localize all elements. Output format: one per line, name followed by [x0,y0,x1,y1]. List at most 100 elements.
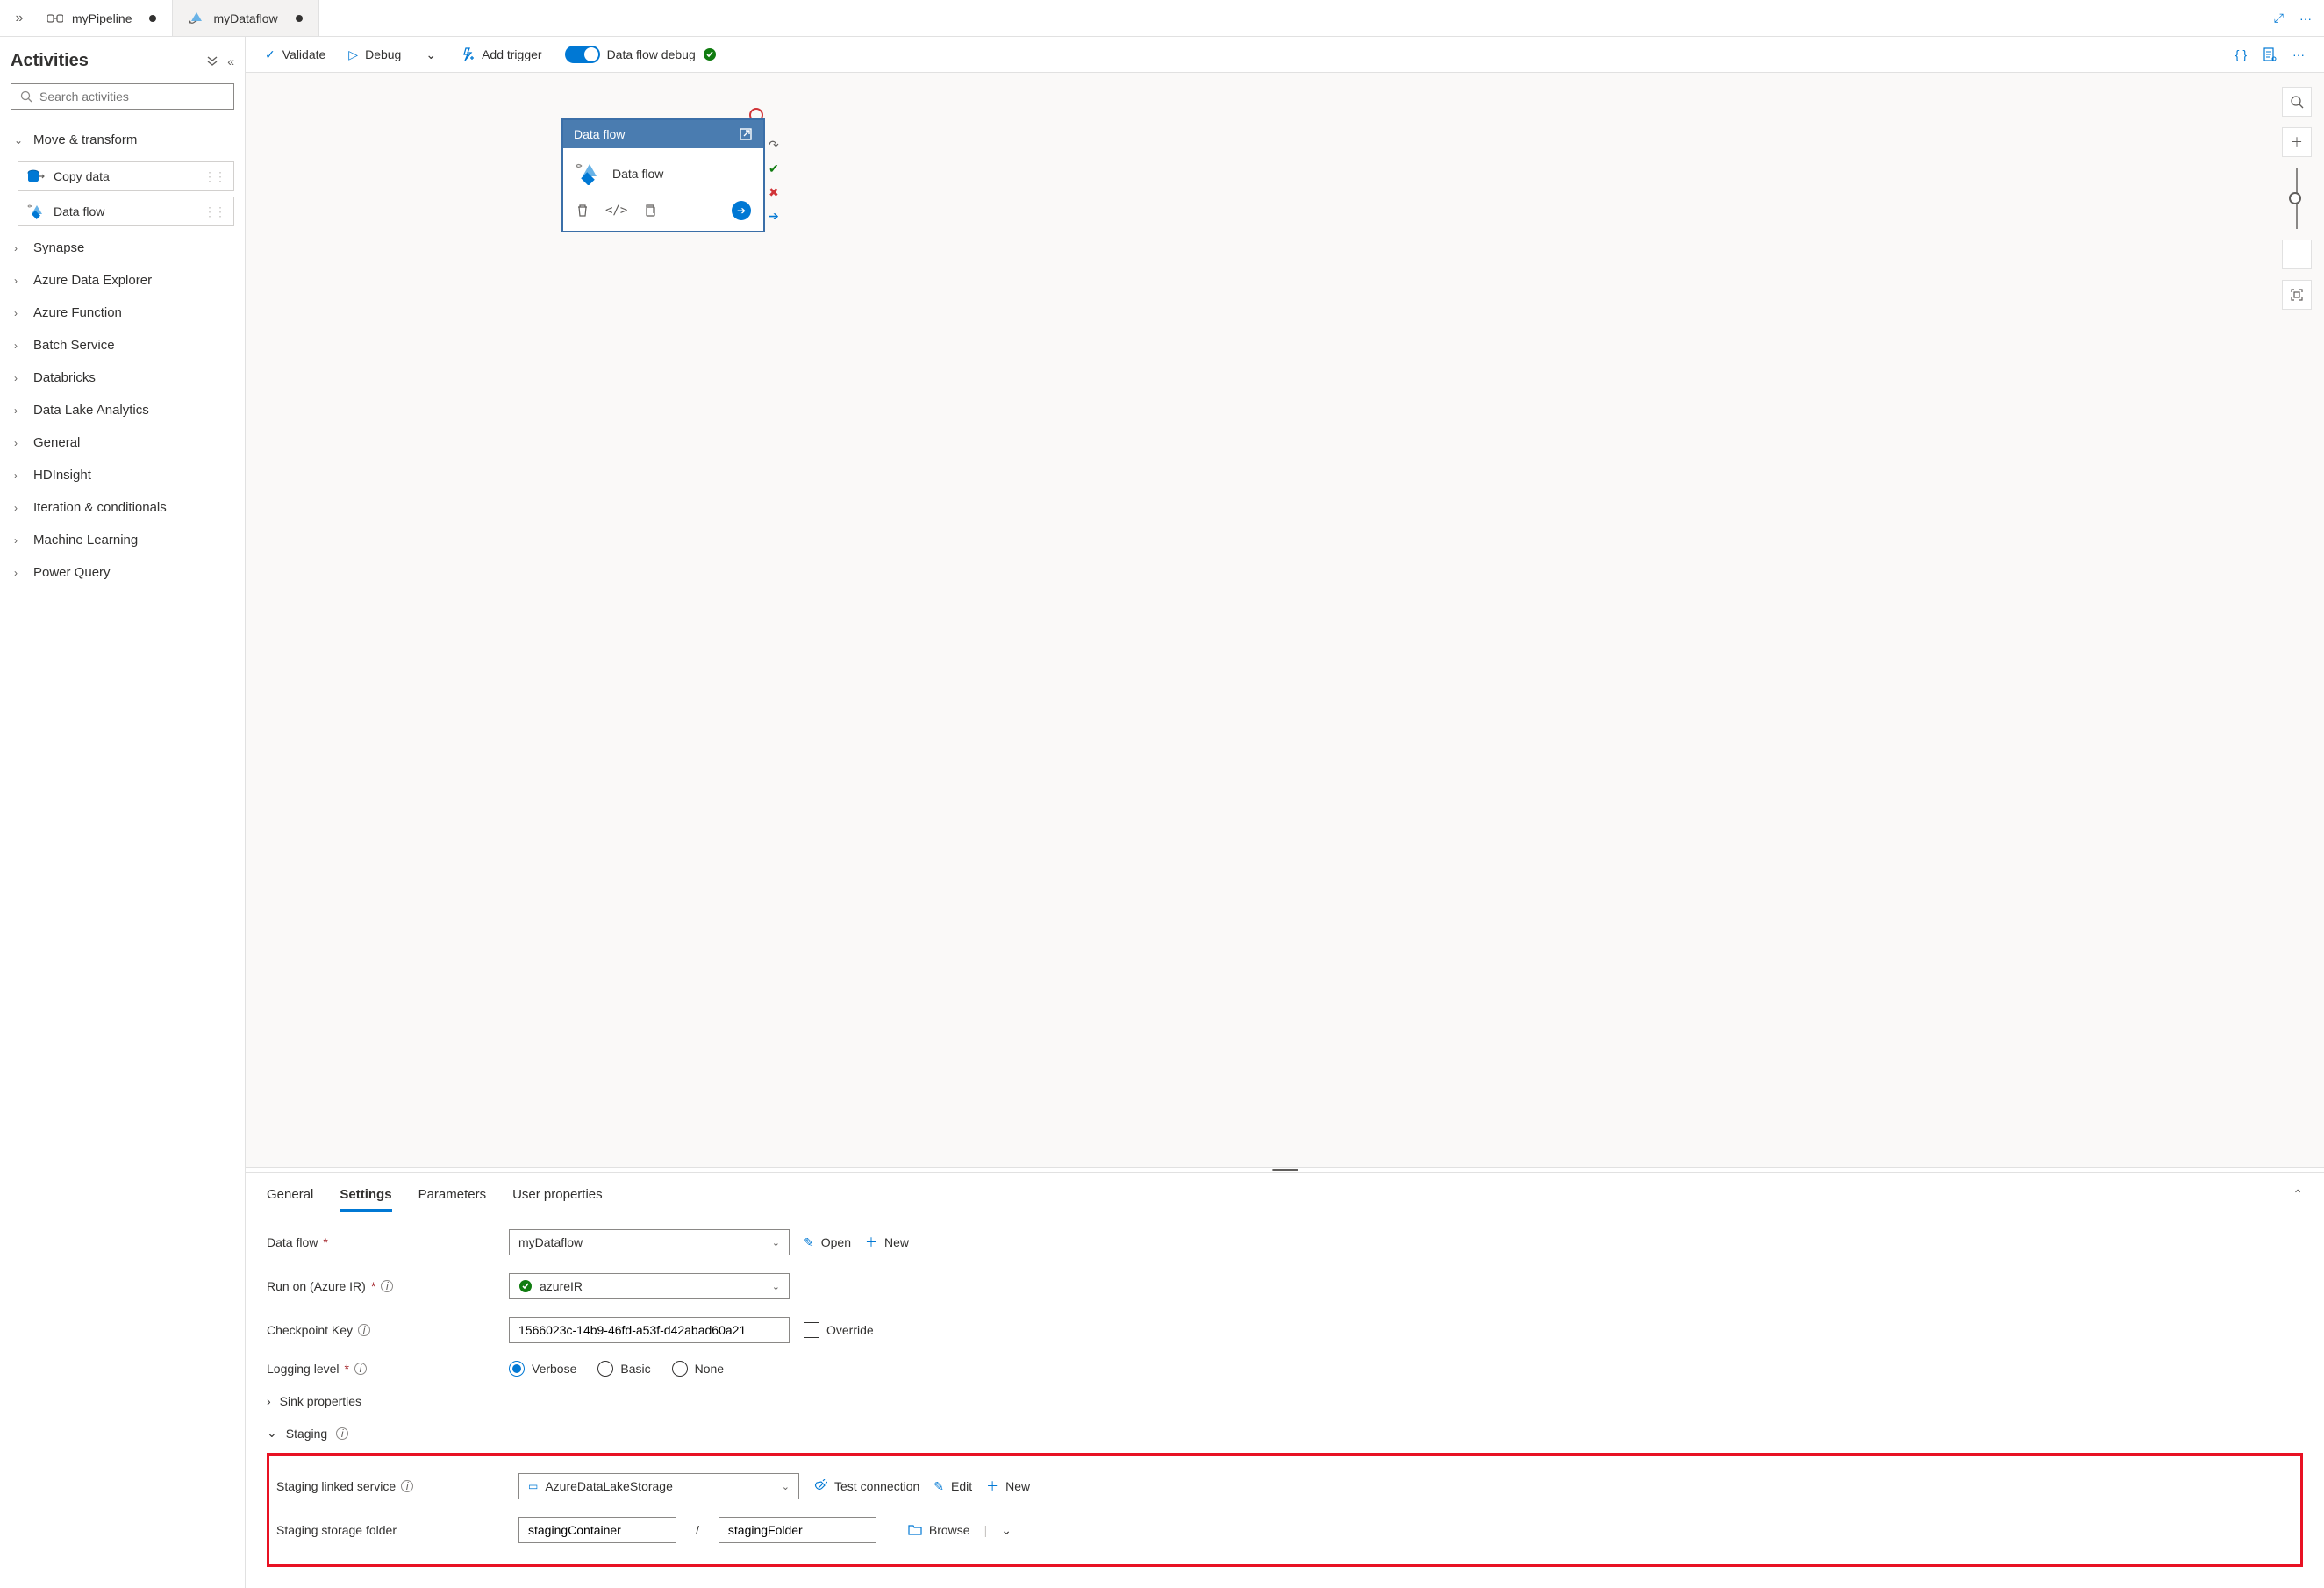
search-input[interactable] [39,89,225,104]
expand-tabs-button[interactable]: » [7,11,32,26]
expand-pane-icon[interactable]: ⤢ [2274,11,2284,25]
data-flow-select[interactable]: myDataflow ⌄ [509,1229,790,1255]
pipeline-canvas[interactable]: ↷ ✔ ✖ ➔ Data flow [246,73,2324,1167]
staging-folder-label: Staging storage folder [276,1523,504,1537]
zoom-out-icon[interactable]: － [2282,240,2312,269]
run-on-select[interactable]: azureIR ⌄ [509,1273,790,1299]
staging-section[interactable]: ⌄ Staging i [267,1417,2303,1449]
category-item[interactable]: ›General [11,426,234,459]
tab-settings[interactable]: Settings [340,1187,391,1212]
toolbar-more-icon[interactable]: ··· [2292,47,2305,61]
logging-none-radio[interactable]: None [672,1361,724,1377]
data-flow-node-icon [576,162,600,185]
browse-dropdown[interactable]: ⌄ [1001,1523,1012,1538]
chevron-down-icon: ⌄ [425,47,436,62]
flow-debug-toggle[interactable]: Data flow debug [565,46,717,63]
panel-collapse-icon[interactable]: ⌃ [2292,1187,2303,1202]
fit-screen-icon[interactable] [2282,280,2312,310]
category-item[interactable]: ›Data Lake Analytics [11,394,234,426]
toggle-switch[interactable] [565,46,600,63]
success-icon: ✔ [769,161,779,176]
category-item[interactable]: ›Machine Learning [11,524,234,556]
info-icon[interactable]: i [354,1363,367,1375]
sink-properties-section[interactable]: › Sink properties [267,1385,2303,1417]
tab-pipeline[interactable]: myPipeline [32,0,173,36]
canvas-search-icon[interactable] [2282,87,2312,117]
code-icon[interactable]: </> [605,204,627,218]
plug-icon [813,1479,827,1493]
search-activities[interactable] [11,83,234,110]
category-item[interactable]: ›Azure Data Explorer [11,264,234,297]
panel-splitter[interactable] [246,1167,2324,1172]
zoom-slider[interactable] [2296,168,2298,229]
activity-data-flow[interactable]: Data flow ⋮⋮ [18,197,234,226]
search-icon [20,90,32,103]
sidebar-collapse-left-icon[interactable]: « [227,54,234,68]
logging-verbose-radio[interactable]: Verbose [509,1361,576,1377]
info-icon[interactable]: i [358,1324,370,1336]
category-item[interactable]: ›Synapse [11,232,234,264]
validate-button[interactable]: ✓ Validate [265,47,325,62]
activities-sidebar: Activities « ⌄ Move & transform [0,37,246,1588]
activity-header: Data flow [563,120,763,148]
staging-service-select[interactable]: ▭ AzureDataLakeStorage ⌄ [518,1473,799,1499]
category-item[interactable]: ›Batch Service [11,329,234,361]
chevron-right-icon: › [14,404,25,417]
sidebar-collapse-down-icon[interactable] [206,54,218,68]
activity-status-icons: ↷ ✔ ✖ ➔ [769,138,779,224]
info-icon[interactable]: i [381,1280,393,1292]
chevron-right-icon: › [14,437,25,449]
activity-copy-data[interactable]: Copy data ⋮⋮ [18,161,234,191]
category-item[interactable]: ›HDInsight [11,459,234,491]
zoom-in-icon[interactable]: ＋ [2282,127,2312,157]
delete-icon[interactable] [576,204,590,218]
edit-button[interactable]: ✎ Edit [933,1479,972,1494]
browse-button[interactable]: Browse [908,1523,970,1537]
open-button[interactable]: ✎ Open [804,1235,851,1250]
clone-icon[interactable] [643,204,657,218]
pencil-icon: ✎ [804,1235,814,1250]
open-external-icon[interactable] [739,127,753,141]
run-icon[interactable]: ➔ [732,201,751,220]
code-view-icon[interactable]: { } [2235,47,2247,61]
tab-parameters[interactable]: Parameters [418,1187,487,1212]
info-icon[interactable]: i [336,1427,348,1440]
more-menu-icon[interactable]: ··· [2299,11,2312,25]
test-connection-button[interactable]: Test connection [813,1479,919,1493]
add-trigger-button[interactable]: Add trigger [461,47,541,61]
unsaved-dot-icon [296,15,303,22]
data-flow-activity-node[interactable]: Data flow Data flow [561,118,765,232]
chevron-right-icon: › [14,534,25,547]
staging-folder-input[interactable] [719,1517,876,1543]
category-item[interactable]: ›Databricks [11,361,234,394]
info-icon[interactable]: i [401,1480,413,1492]
category-move-transform[interactable]: ⌄ Move & transform [11,124,234,156]
staging-service-label: Staging linked service i [276,1479,504,1493]
drag-handle-icon: ⋮⋮ [204,169,225,184]
run-on-label: Run on (Azure IR)* i [267,1279,495,1293]
tab-general[interactable]: General [267,1187,313,1212]
logging-basic-radio[interactable]: Basic [597,1361,650,1377]
chevron-down-icon: ⌄ [772,1237,780,1248]
tab-user-properties[interactable]: User properties [512,1187,603,1212]
chevron-right-icon: › [14,372,25,384]
trigger-icon [461,47,475,61]
new-linked-service-button[interactable]: ＋ New [986,1477,1030,1495]
debug-dropdown[interactable]: ⌄ [424,47,438,62]
checkpoint-label: Checkpoint Key i [267,1323,495,1337]
properties-icon[interactable] [2263,47,2277,61]
category-item[interactable]: ›Power Query [11,556,234,589]
staging-container-input[interactable] [518,1517,676,1543]
chevron-right-icon: › [14,307,25,319]
category-item[interactable]: ›Azure Function [11,297,234,329]
tab-dataflow[interactable]: myDataflow [173,0,318,36]
category-item[interactable]: ›Iteration & conditionals [11,491,234,524]
debug-button[interactable]: ▷ Debug [348,47,401,62]
canvas-tools: ＋ － [2282,87,2312,310]
chevron-down-icon: ⌄ [782,1481,790,1492]
new-button[interactable]: ＋ New [865,1234,909,1251]
checkpoint-input[interactable] [509,1317,790,1343]
override-checkbox[interactable] [804,1322,819,1338]
activity-name: Data flow [612,167,663,181]
pencil-icon: ✎ [933,1479,944,1494]
